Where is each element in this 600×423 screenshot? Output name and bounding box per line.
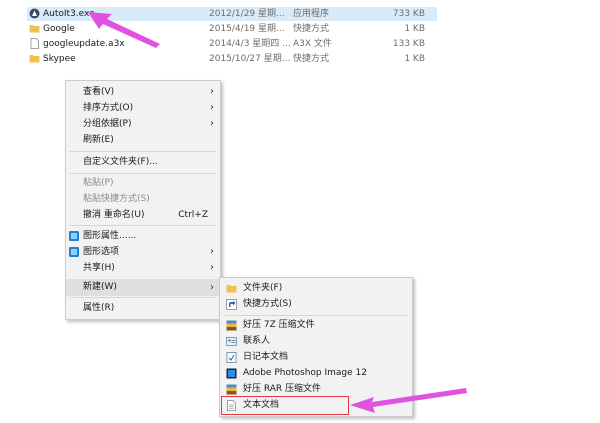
menu-item-graphics-options[interactable]: 图形选项 › bbox=[66, 244, 220, 260]
submenu-item-folder[interactable]: 文件夹(F) bbox=[220, 280, 412, 297]
file-size: 133 KB bbox=[392, 39, 425, 49]
menu-separator bbox=[70, 151, 216, 152]
file-name: Skypee bbox=[43, 54, 76, 64]
graphics-icon bbox=[69, 247, 79, 257]
file-row-googleupdate[interactable]: googleupdate.a3x 2014/4/3 星期四 ... A3X 文件… bbox=[27, 37, 437, 51]
submenu-item-journal[interactable]: 日记本文档 bbox=[220, 349, 412, 366]
chevron-right-icon: › bbox=[210, 102, 214, 113]
submenu-item-haozip-7z[interactable]: 好压 7Z 压缩文件 bbox=[220, 317, 412, 334]
menu-item-share[interactable]: 共享(H) › bbox=[66, 260, 220, 276]
submenu-item-shortcut[interactable]: 快捷方式(S) bbox=[220, 296, 412, 313]
text-document-highlight bbox=[221, 396, 349, 415]
chevron-right-icon: › bbox=[210, 86, 214, 97]
file-list: AutoIt3.exe 2012/1/29 星期... 应用程序 733 KB … bbox=[0, 0, 600, 70]
journal-icon bbox=[226, 352, 237, 363]
archive-icon bbox=[226, 320, 237, 331]
photoshop-icon bbox=[226, 368, 237, 379]
folder-icon bbox=[226, 285, 237, 293]
menu-item-view[interactable]: 查看(V) › bbox=[66, 84, 220, 100]
menu-item-paste-shortcut[interactable]: 粘贴快捷方式(S) bbox=[66, 191, 220, 207]
file-size: 1 KB bbox=[404, 54, 425, 64]
folder-icon bbox=[29, 55, 40, 63]
file-row-google[interactable]: Google 2015/4/19 星期... 快捷方式 1 KB bbox=[27, 22, 437, 36]
context-menu: 查看(V) › 排序方式(O) › 分组依据(P) › 刷新(E) 自定义文件夹… bbox=[65, 80, 221, 320]
file-icon bbox=[30, 38, 39, 49]
menu-item-undo-rename[interactable]: 撤消 重命名(U) Ctrl+Z bbox=[66, 207, 220, 223]
file-type: 应用程序 bbox=[293, 9, 330, 19]
shortcut-icon bbox=[226, 299, 237, 310]
menu-separator bbox=[70, 173, 216, 174]
file-name: Google bbox=[43, 24, 75, 34]
file-name: AutoIt3.exe bbox=[43, 9, 95, 19]
file-row-autoit3[interactable]: AutoIt3.exe 2012/1/29 星期... 应用程序 733 KB bbox=[27, 7, 437, 21]
file-date: 2014/4/3 星期四 ... bbox=[209, 39, 291, 49]
menu-item-graphics-properties[interactable]: 图形属性...... bbox=[66, 228, 220, 244]
file-row-skypee[interactable]: Skypee 2015/10/27 星期... 快捷方式 1 KB bbox=[27, 52, 437, 66]
file-date: 2015/4/19 星期... bbox=[209, 24, 285, 34]
chevron-right-icon: › bbox=[210, 262, 214, 273]
submenu-item-contact[interactable]: 联系人 bbox=[220, 333, 412, 350]
menu-item-refresh[interactable]: 刷新(E) bbox=[66, 132, 220, 148]
shortcut-text: Ctrl+Z bbox=[178, 210, 208, 220]
menu-item-paste[interactable]: 粘贴(P) bbox=[66, 175, 220, 191]
file-name: googleupdate.a3x bbox=[43, 39, 125, 49]
submenu-item-photoshop[interactable]: Adobe Photoshop Image 12 bbox=[220, 365, 412, 382]
folder-icon bbox=[29, 25, 40, 33]
menu-item-group-by[interactable]: 分组依据(P) › bbox=[66, 116, 220, 132]
menu-separator bbox=[224, 315, 408, 316]
file-size: 733 KB bbox=[392, 9, 425, 19]
autoit-icon bbox=[29, 8, 40, 19]
menu-separator bbox=[70, 297, 216, 298]
contact-icon bbox=[226, 337, 237, 346]
file-size: 1 KB bbox=[404, 24, 425, 34]
chevron-right-icon: › bbox=[210, 282, 214, 293]
graphics-icon bbox=[69, 231, 79, 241]
file-date: 2012/1/29 星期... bbox=[209, 9, 285, 19]
file-date: 2015/10/27 星期... bbox=[209, 54, 291, 64]
chevron-right-icon: › bbox=[210, 118, 214, 129]
menu-item-new[interactable]: 新建(W) › bbox=[66, 279, 220, 296]
archive-icon bbox=[226, 384, 237, 395]
new-submenu: 文件夹(F) 快捷方式(S) 好压 7Z 压缩文件 联系人 日记本文档 Adob… bbox=[219, 277, 413, 417]
file-type: A3X 文件 bbox=[293, 39, 332, 49]
menu-item-properties[interactable]: 属性(R) bbox=[66, 300, 220, 316]
file-type: 快捷方式 bbox=[293, 24, 330, 34]
file-type: 快捷方式 bbox=[293, 54, 330, 64]
menu-item-sort-by[interactable]: 排序方式(O) › bbox=[66, 100, 220, 116]
menu-item-customize-folder[interactable]: 自定义文件夹(F)... bbox=[66, 154, 220, 170]
chevron-right-icon: › bbox=[210, 246, 214, 257]
menu-separator bbox=[70, 225, 216, 226]
